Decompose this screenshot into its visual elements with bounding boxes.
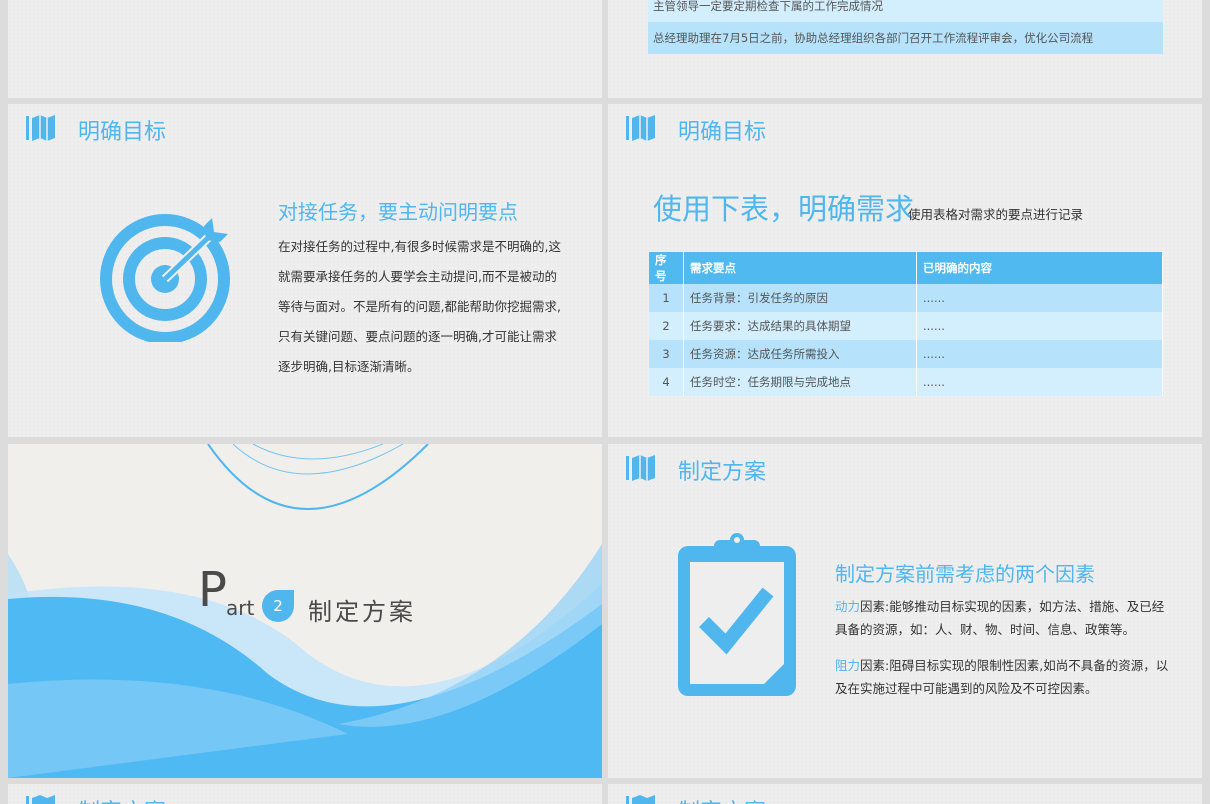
- map-icon: [26, 115, 55, 141]
- subtitle: 使用表格对需求的要点进行记录: [908, 207, 1084, 222]
- table-row: 2 任务要求：达成结果的具体期望 ......: [649, 312, 1163, 340]
- big-title: 使用下表，明确需求: [653, 192, 915, 226]
- table-row: 总经理助理在7月5日之前，协助总经理组织各部门召开工作流程评审会，优化公司流程: [648, 22, 1163, 54]
- table-row: 1 任务背景：引发任务的原因 ......: [649, 284, 1163, 312]
- target-icon: [100, 214, 230, 342]
- cell: ......: [916, 368, 1163, 396]
- cell: 任务要求：达成结果的具体期望: [683, 312, 917, 340]
- slide-heading: 制定方案前需考虑的两个因素: [835, 562, 1095, 586]
- requirements-table: 序号 需求要点 已明确的内容 1 任务背景：引发任务的原因 ...... 2 任…: [649, 252, 1163, 396]
- cell: 4: [649, 368, 684, 396]
- cell: 2: [649, 312, 684, 340]
- slide-top-left[interactable]: [8, 0, 602, 98]
- slide-top-right[interactable]: 主管领导一定要定期检查下属的工作完成情况 总经理助理在7月5日之前，协助总经理组…: [608, 0, 1202, 98]
- table-row: 主管领导一定要定期检查下属的工作完成情况: [648, 0, 1163, 22]
- column-header: 需求要点: [683, 252, 917, 284]
- slide-clarify-goal[interactable]: 明确目标 对接任务，要主动问明要点 在对接任务的过程中,有很多时候需求是不明确的…: [8, 104, 602, 437]
- part-suffix: art: [226, 596, 255, 620]
- section-title: 明确目标: [678, 120, 767, 145]
- row-text: 主管领导一定要定期检查下属的工作完成情况: [653, 0, 883, 13]
- factor-key: 动力: [835, 599, 861, 614]
- part-letter: P: [198, 562, 227, 618]
- wave-decoration: [8, 444, 602, 778]
- row-text: 总经理助理在7月5日之前，协助总经理组织各部门召开工作流程评审会，优化公司流程: [653, 31, 1094, 45]
- slide-next-left[interactable]: 制定方案: [8, 784, 602, 804]
- slide-part-divider[interactable]: P art 2 制定方案: [8, 444, 602, 778]
- section-title: 制定方案: [78, 794, 166, 804]
- part-number-badge: 2: [262, 590, 294, 622]
- cell: 任务背景：引发任务的原因: [683, 284, 917, 312]
- cell: 任务资源：达成任务所需投入: [683, 340, 917, 368]
- factor-text: 因素:阻碍目标实现的限制性因素,如尚不具备的资源，以及在实施过程中可能遇到的风险…: [835, 658, 1169, 696]
- cell: 3: [649, 340, 684, 368]
- cell: 1: [649, 284, 684, 312]
- slide-next-right[interactable]: 制定方案: [608, 784, 1202, 804]
- section-title: 明确目标: [78, 120, 167, 145]
- slide-make-plan[interactable]: 制定方案 制定方案前需考虑的两个因素 动力因素:能够推动目标实现的因素，如方法、…: [608, 444, 1202, 778]
- map-icon: [26, 795, 55, 804]
- map-icon: [626, 455, 655, 481]
- factor-resist: 阻力因素:阻碍目标实现的限制性因素,如尚不具备的资源，以及在实施过程中可能遇到的…: [835, 654, 1170, 700]
- slide-heading: 对接任务，要主动问明要点: [278, 200, 518, 224]
- slide-requirements-table[interactable]: 明确目标 使用下表，明确需求 使用表格对需求的要点进行记录 序号 需求要点 已明…: [608, 104, 1202, 437]
- clipboard-check-icon: [678, 533, 796, 696]
- section-title: 制定方案: [678, 794, 766, 804]
- slide-body-text: 在对接任务的过程中,有很多时候需求是不明确的,这就需要承接任务的人要学会主动提问…: [278, 239, 561, 374]
- table-row: 3 任务资源：达成任务所需投入 ......: [649, 340, 1163, 368]
- table-row: 4 任务时空：任务期限与完成地点 ......: [649, 368, 1163, 396]
- column-header: 序号: [649, 252, 684, 284]
- factor-drive: 动力因素:能够推动目标实现的因素，如方法、措施、及已经具备的资源，如：人、财、物…: [835, 595, 1170, 641]
- part-title: 制定方案: [308, 598, 416, 626]
- map-icon: [626, 795, 655, 804]
- section-title: 制定方案: [678, 460, 767, 485]
- cell: 任务时空：任务期限与完成地点: [683, 368, 917, 396]
- map-icon: [626, 115, 655, 141]
- column-header: 已明确的内容: [916, 252, 1163, 284]
- cell: ......: [916, 340, 1163, 368]
- factor-key: 阻力: [835, 658, 861, 673]
- cell: ......: [916, 284, 1163, 312]
- cell: ......: [916, 312, 1163, 340]
- factor-text: 因素:能够推动目标实现的因素，如方法、措施、及已经具备的资源，如：人、财、物、时…: [835, 599, 1165, 637]
